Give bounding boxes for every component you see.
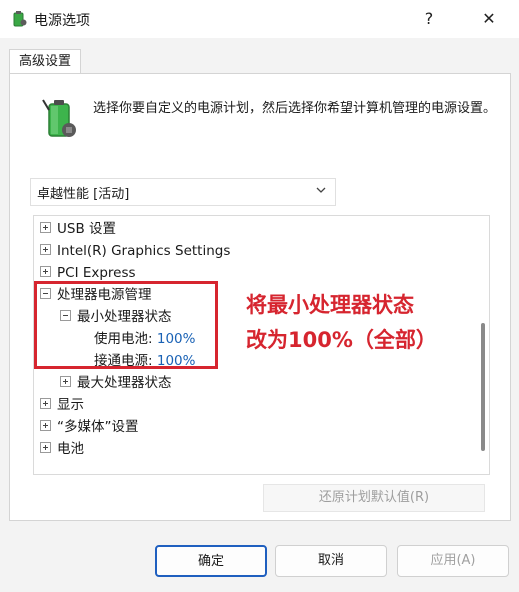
window-title: 电源选项 xyxy=(34,13,90,29)
battery-plug-icon xyxy=(39,96,79,142)
expand-icon[interactable] xyxy=(40,398,51,409)
tree-item-max-processor-state[interactable]: 最大处理器状态 xyxy=(60,372,172,394)
tree-item-label: PCI Express xyxy=(57,265,136,281)
annotation-line-2: 改为100%（全部） xyxy=(246,328,437,352)
power-plan-value: 卓越性能 [活动] xyxy=(37,187,130,202)
apply-button[interactable]: 应用(A) xyxy=(397,545,509,577)
power-options-app-icon xyxy=(10,10,28,28)
expand-icon[interactable] xyxy=(40,222,51,233)
title-bar: 电源选项 ? ✕ xyxy=(0,0,519,38)
power-plan-select[interactable]: 卓越性能 [活动] xyxy=(30,178,336,206)
expand-icon[interactable] xyxy=(60,376,71,387)
restore-defaults-button[interactable]: 还原计划默认值(R) xyxy=(263,484,485,512)
tree-item-label: 显示 xyxy=(57,397,84,413)
tree-scrollbar[interactable] xyxy=(475,216,489,474)
cancel-button[interactable]: 取消 xyxy=(275,545,387,577)
tree-item-label: Intel(R) Graphics Settings xyxy=(57,243,231,259)
close-button[interactable]: ✕ xyxy=(474,6,504,32)
expand-icon[interactable] xyxy=(40,266,51,277)
tree-item-intel-graphics[interactable]: Intel(R) Graphics Settings xyxy=(40,240,230,262)
expand-icon[interactable] xyxy=(40,244,51,255)
annotation-line-1: 将最小处理器状态 xyxy=(246,293,414,317)
tree-item-display[interactable]: 显示 xyxy=(40,394,84,416)
expand-icon[interactable] xyxy=(40,420,51,431)
expand-icon[interactable] xyxy=(40,442,51,453)
description-text: 选择你要自定义的电源计划，然后选择你希望计算机管理的电源设置。 xyxy=(93,101,497,116)
tree-item-label: 最大处理器状态 xyxy=(77,375,172,391)
highlight-box xyxy=(34,281,218,369)
annotation-text: 将最小处理器状态 改为100%（全部） xyxy=(246,288,437,358)
help-button[interactable]: ? xyxy=(414,6,444,32)
tree-item-label: 电池 xyxy=(57,441,84,457)
tree-item-usb-settings[interactable]: USB 设置 xyxy=(40,218,116,240)
scrollbar-thumb[interactable] xyxy=(481,323,485,451)
tree-item-battery[interactable]: 电池 xyxy=(40,438,84,460)
tree-item-label: “多媒体”设置 xyxy=(57,419,139,435)
chevron-down-icon xyxy=(315,184,327,196)
tab-advanced-settings[interactable]: 高级设置 xyxy=(9,49,82,76)
close-icon: ✕ xyxy=(482,9,496,28)
tab-strip: 高级设置 xyxy=(0,38,519,76)
tree-item-label: USB 设置 xyxy=(57,221,117,237)
tree-item-multimedia[interactable]: “多媒体”设置 xyxy=(40,416,139,438)
ok-button[interactable]: 确定 xyxy=(155,545,267,577)
